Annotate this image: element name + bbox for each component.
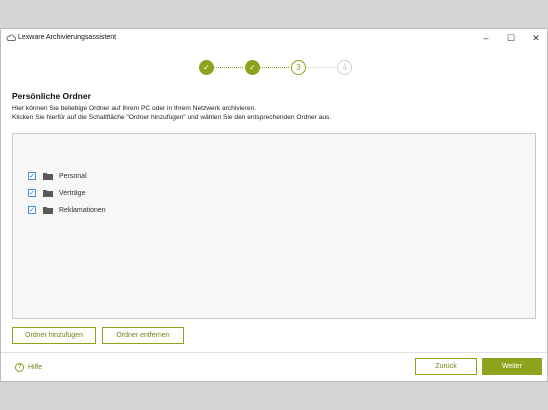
step-2-checkmark-icon: ✓ bbox=[245, 60, 260, 75]
close-button[interactable]: ✕ bbox=[523, 29, 548, 47]
step-4-indicator: 4 bbox=[337, 60, 352, 75]
folder-checkbox[interactable]: ✓ bbox=[28, 189, 36, 197]
folder-list: ✓ Personal ✓ Verträge ✓ Reklamationen bbox=[12, 133, 536, 319]
window-title: Lexware Archivierungsassistent bbox=[18, 34, 117, 41]
folder-checkbox[interactable]: ✓ bbox=[28, 206, 36, 214]
add-folder-button[interactable]: Ordner hinzufügen bbox=[12, 327, 96, 344]
folder-checkbox[interactable]: ✓ bbox=[28, 172, 36, 180]
folder-icon bbox=[43, 189, 53, 197]
folder-item[interactable]: ✓ Personal bbox=[28, 170, 87, 182]
folder-icon bbox=[43, 172, 53, 180]
help-icon: ? bbox=[15, 362, 24, 372]
step-connector bbox=[305, 67, 335, 68]
wizard-window: Lexware Archivierungsassistent – ☐ ✕ ✓ ✓… bbox=[0, 28, 548, 382]
footer-divider bbox=[1, 352, 547, 353]
wizard-stepper: ✓ ✓ 3 4 bbox=[197, 60, 357, 78]
help-link[interactable]: ? Hilfe bbox=[15, 362, 42, 372]
step-1-checkmark-icon: ✓ bbox=[199, 60, 214, 75]
step-3-indicator: 3 bbox=[291, 60, 306, 75]
maximize-button[interactable]: ☐ bbox=[498, 29, 524, 47]
description-line-2: Klicken Sie hierfür auf die Schaltfläche… bbox=[12, 114, 332, 121]
cloud-icon bbox=[6, 33, 17, 42]
next-button[interactable]: Weiter bbox=[482, 358, 542, 375]
folder-label: Reklamationen bbox=[59, 206, 106, 214]
page-title: Persönliche Ordner bbox=[12, 91, 91, 101]
step-connector bbox=[259, 67, 289, 68]
step-connector bbox=[213, 67, 243, 68]
help-label: Hilfe bbox=[28, 363, 43, 371]
folder-label: Verträge bbox=[59, 189, 86, 197]
title-bar: Lexware Archivierungsassistent – ☐ ✕ bbox=[1, 29, 547, 47]
minimize-button[interactable]: – bbox=[473, 29, 499, 47]
remove-folder-button[interactable]: Ordner entfernen bbox=[102, 327, 184, 344]
folder-icon bbox=[43, 206, 53, 214]
description-line-1: Hier können Sie beliebige Ordner auf Ihr… bbox=[12, 105, 257, 112]
back-button[interactable]: Zurück bbox=[415, 358, 477, 375]
folder-item[interactable]: ✓ Reklamationen bbox=[28, 204, 106, 216]
folder-item[interactable]: ✓ Verträge bbox=[28, 187, 85, 199]
folder-label: Personal bbox=[59, 172, 87, 180]
